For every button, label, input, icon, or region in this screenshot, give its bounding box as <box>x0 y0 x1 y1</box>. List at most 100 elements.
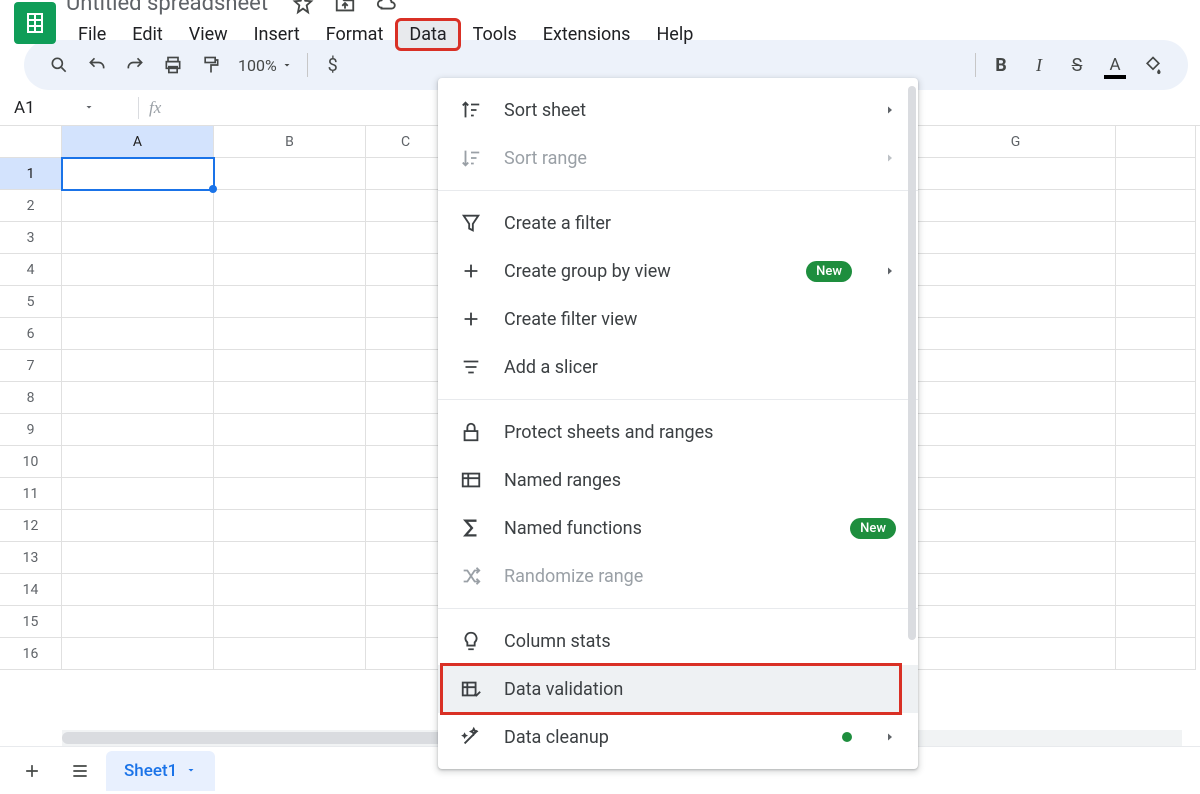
cell[interactable] <box>1116 158 1196 190</box>
cell[interactable] <box>916 350 1116 382</box>
fill-color-icon[interactable] <box>1136 48 1170 82</box>
cell[interactable] <box>916 286 1116 318</box>
select-all-corner[interactable] <box>0 126 62 158</box>
row-header[interactable]: 3 <box>0 222 62 254</box>
cell[interactable] <box>366 190 446 222</box>
cell[interactable] <box>214 606 366 638</box>
cell[interactable] <box>214 542 366 574</box>
menu-named-functions[interactable]: Named functions New <box>438 504 918 552</box>
cell[interactable] <box>1116 542 1196 574</box>
cell[interactable] <box>916 222 1116 254</box>
search-menus-icon[interactable] <box>42 48 76 82</box>
row-header[interactable]: 9 <box>0 414 62 446</box>
cell[interactable] <box>62 542 214 574</box>
cell[interactable] <box>916 638 1116 670</box>
cell[interactable] <box>916 382 1116 414</box>
menu-file[interactable]: File <box>66 20 118 49</box>
menu-data-cleanup[interactable]: Data cleanup <box>438 713 918 761</box>
zoom-select[interactable]: 100% <box>232 56 299 75</box>
cell[interactable] <box>62 222 214 254</box>
row-header[interactable]: 16 <box>0 638 62 670</box>
cell[interactable] <box>916 414 1116 446</box>
cloud-status-icon[interactable] <box>376 0 398 15</box>
cell[interactable] <box>214 254 366 286</box>
cell[interactable] <box>366 606 446 638</box>
cell[interactable] <box>62 414 214 446</box>
cell[interactable] <box>916 318 1116 350</box>
cell[interactable] <box>1116 606 1196 638</box>
cell[interactable] <box>214 350 366 382</box>
cell[interactable] <box>62 510 214 542</box>
sheet-tab-menu-icon[interactable] <box>185 761 197 781</box>
cell[interactable] <box>214 158 366 190</box>
cell[interactable] <box>1116 510 1196 542</box>
cell[interactable] <box>214 190 366 222</box>
cell[interactable] <box>366 350 446 382</box>
cell[interactable] <box>916 606 1116 638</box>
cell[interactable] <box>916 254 1116 286</box>
cell[interactable] <box>366 446 446 478</box>
cell[interactable] <box>1116 190 1196 222</box>
col-header-g[interactable]: G <box>916 126 1116 158</box>
cell[interactable] <box>916 574 1116 606</box>
cell[interactable] <box>1116 286 1196 318</box>
cell[interactable] <box>366 574 446 606</box>
print-icon[interactable] <box>156 48 190 82</box>
menu-tools[interactable]: Tools <box>461 20 529 49</box>
row-header[interactable]: 8 <box>0 382 62 414</box>
cell[interactable] <box>62 638 214 670</box>
menu-view[interactable]: View <box>177 20 240 49</box>
cell[interactable] <box>62 574 214 606</box>
cell[interactable] <box>214 222 366 254</box>
star-icon[interactable] <box>292 0 314 15</box>
menu-data[interactable]: Data <box>397 20 458 49</box>
row-header[interactable]: 1 <box>0 158 62 190</box>
cell[interactable] <box>62 318 214 350</box>
row-header[interactable]: 5 <box>0 286 62 318</box>
cell[interactable] <box>62 478 214 510</box>
cell[interactable] <box>1116 574 1196 606</box>
cell[interactable] <box>916 446 1116 478</box>
menu-help[interactable]: Help <box>644 20 705 49</box>
col-header-a[interactable]: A <box>62 126 214 158</box>
cell[interactable] <box>214 318 366 350</box>
row-header[interactable]: 6 <box>0 318 62 350</box>
menu-add-slicer[interactable]: Add a slicer <box>438 343 918 391</box>
menu-create-filter[interactable]: Create a filter <box>438 199 918 247</box>
menu-protect-sheets[interactable]: Protect sheets and ranges <box>438 408 918 456</box>
paint-format-icon[interactable] <box>194 48 228 82</box>
cell[interactable] <box>366 382 446 414</box>
cell[interactable] <box>62 286 214 318</box>
cell[interactable] <box>214 574 366 606</box>
menu-sort-sheet[interactable]: Sort sheet <box>438 86 918 134</box>
col-header-h[interactable] <box>1116 126 1196 158</box>
cell[interactable] <box>62 190 214 222</box>
menu-column-stats[interactable]: Column stats <box>438 617 918 665</box>
text-color-icon[interactable]: A <box>1098 48 1132 82</box>
cell[interactable] <box>366 318 446 350</box>
cell[interactable] <box>916 542 1116 574</box>
cell[interactable] <box>1116 478 1196 510</box>
cell[interactable] <box>214 414 366 446</box>
row-header[interactable]: 11 <box>0 478 62 510</box>
move-to-folder-icon[interactable] <box>334 0 356 15</box>
menu-named-ranges[interactable]: Named ranges <box>438 456 918 504</box>
row-header[interactable]: 7 <box>0 350 62 382</box>
cell[interactable] <box>214 638 366 670</box>
menu-create-group-by-view[interactable]: Create group by view New <box>438 247 918 295</box>
document-title[interactable]: Untitled spreadsheet <box>66 0 268 16</box>
cell[interactable] <box>916 190 1116 222</box>
menu-edit[interactable]: Edit <box>120 20 174 49</box>
cell[interactable] <box>214 382 366 414</box>
col-header-c[interactable]: C <box>366 126 446 158</box>
cell[interactable] <box>366 542 446 574</box>
cell[interactable] <box>62 382 214 414</box>
menu-create-filter-view[interactable]: Create filter view <box>438 295 918 343</box>
cell[interactable] <box>214 286 366 318</box>
cell[interactable] <box>1116 414 1196 446</box>
cell[interactable] <box>916 158 1116 190</box>
cell[interactable] <box>366 414 446 446</box>
sheets-logo[interactable] <box>14 2 56 44</box>
bold-icon[interactable]: B <box>984 48 1018 82</box>
cell[interactable] <box>1116 254 1196 286</box>
